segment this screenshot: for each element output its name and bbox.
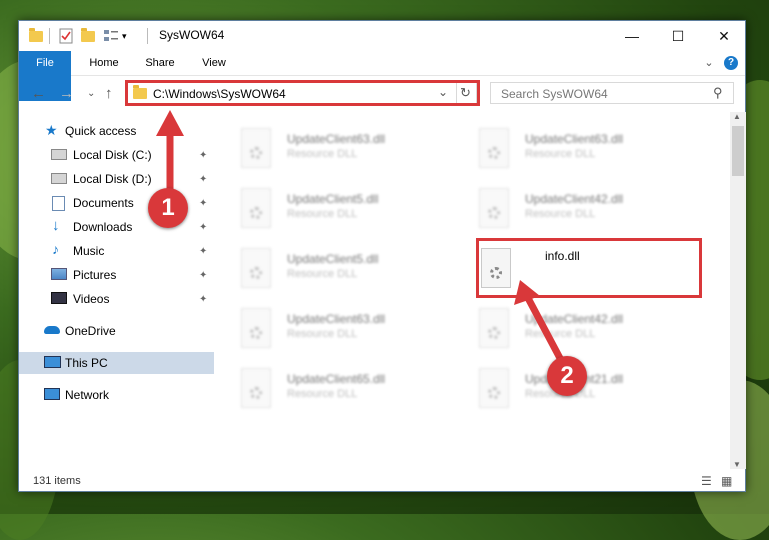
annotation-arrows — [156, 110, 566, 364]
step-2-badge: 2 — [547, 356, 587, 396]
arrow-1-head — [156, 110, 184, 136]
step-1-badge: 1 — [148, 188, 188, 228]
arrow-2 — [524, 296, 566, 364]
